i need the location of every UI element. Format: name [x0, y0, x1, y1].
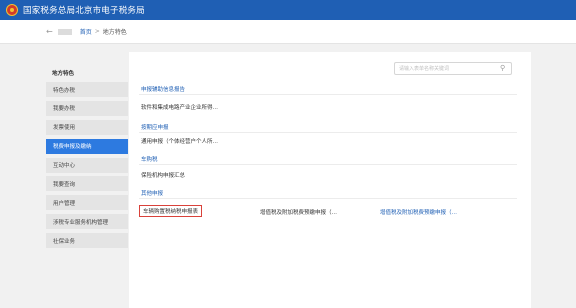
sidebar-item-invoice[interactable]: 发票使用 [46, 119, 128, 135]
section-divider [139, 94, 517, 95]
form-item-vat-prepayment[interactable]: 增值税及附加税费预缴申报（… [260, 208, 337, 216]
main-panel: ⚲ 申报辅助信息报告 软件和集成电路产业企业所得… 按期应申报 通用申报（个体经… [129, 52, 531, 308]
section-title-periodic: 按期应申报 [141, 125, 169, 131]
form-item-software-ic[interactable]: 软件和集成电路产业企业所得… [141, 103, 218, 111]
form-item-general-declaration[interactable]: 通用申报（个体经营户个人所… [141, 137, 218, 145]
app-title: 国家税务总局北京市电子税务局 [23, 6, 145, 16]
form-item-insurance-summary[interactable]: 保险机构申报汇总 [141, 171, 185, 179]
sidebar-item-user-management[interactable]: 用户管理 [46, 195, 128, 211]
form-item-vat-prepayment-link[interactable]: 增值税及附加税费预缴申报（… [380, 208, 457, 216]
sidebar-item-handle-tax[interactable]: 我要办税 [46, 100, 128, 116]
breadcrumb-current: 地方特色 [102, 29, 127, 36]
sidebar-item-declaration-payment[interactable]: 税费申报及缴纳 [46, 138, 128, 154]
sidebar: 地方特色 特色办税 我要办税 发票使用 税费申报及缴纳 互动中心 我要查询 用户… [46, 62, 128, 252]
breadcrumb-home-link[interactable]: 首页 [80, 27, 92, 36]
back-arrow-icon[interactable]: ← [46, 27, 53, 36]
section-divider [139, 164, 517, 165]
sidebar-item-interaction[interactable]: 互动中心 [46, 157, 128, 173]
section-title-other: 其他申报 [141, 191, 164, 197]
top-header: 国家税务总局北京市电子税务局 [0, 0, 576, 20]
sidebar-item-special-tax[interactable]: 特色办税 [46, 82, 128, 97]
breadcrumb: ← 首页 > 地方特色 [0, 20, 576, 44]
sidebar-item-social-security[interactable]: 社保业务 [46, 233, 128, 249]
search-icon[interactable]: ⚲ [500, 64, 505, 72]
section-title-report: 申报辅助信息报告 [141, 87, 186, 93]
sidebar-title: 地方特色 [52, 71, 75, 77]
back-label[interactable] [57, 28, 72, 35]
sidebar-item-agency-management[interactable]: 涉税专业服务机构管理 [46, 214, 128, 230]
form-item-vehicle-purchase-tax[interactable]: 车辆购置税纳税申报表 [139, 205, 203, 217]
tax-bureau-logo-icon [6, 4, 18, 16]
search-input[interactable] [394, 62, 512, 75]
breadcrumb-separator: > [94, 28, 100, 35]
sidebar-item-query[interactable]: 我要查询 [46, 176, 128, 192]
section-title-vehicle-tax: 车购税 [141, 157, 158, 163]
section-divider [139, 198, 517, 199]
section-divider [139, 132, 517, 133]
